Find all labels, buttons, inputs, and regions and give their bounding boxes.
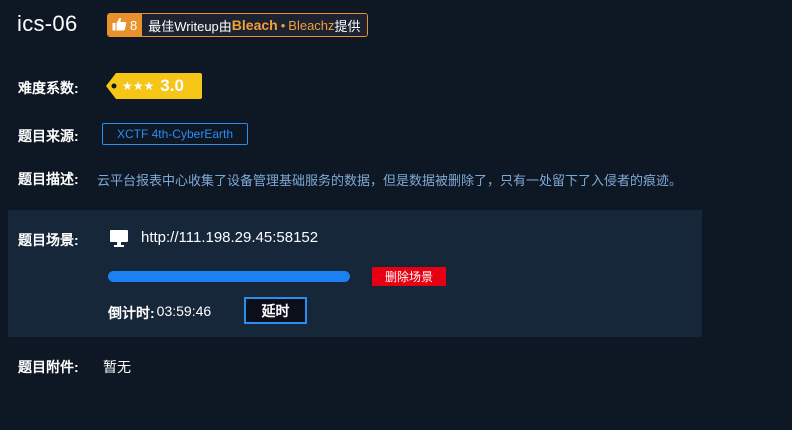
attachment-label: 题目附件: <box>18 359 79 375</box>
description-text: 云平台报表中心收集了设备管理基础服务的数据，但是数据被删除了，只有一处留下了入侵… <box>97 173 683 188</box>
writeup-team[interactable]: Bleachz <box>288 18 334 33</box>
difficulty-tag: ★★★ 3.0 <box>106 73 202 99</box>
monitor-icon <box>109 229 129 252</box>
scene-label: 题目场景: <box>18 232 79 248</box>
writeup-suffix: 提供 <box>334 18 361 34</box>
writeup-like[interactable]: 8 <box>108 14 143 36</box>
source-label: 题目来源: <box>18 128 79 144</box>
delete-scene-button[interactable]: 删除场景 <box>372 267 446 286</box>
writeup-author[interactable]: Bleach <box>232 17 278 33</box>
best-writeup-badge[interactable]: 8 最佳Writeup由 Bleach • Bleachz 提供 <box>107 13 368 37</box>
description-label: 题目描述: <box>18 171 79 187</box>
difficulty-score: 3.0 <box>160 76 184 95</box>
difficulty-stars: ★★★ <box>122 79 155 93</box>
writeup-credit: 最佳Writeup由 Bleach • Bleachz 提供 <box>142 14 367 36</box>
extend-time-button[interactable]: 延时 <box>244 297 307 324</box>
thumbs-up-icon <box>112 17 127 34</box>
countdown: 倒计时: 03:59:46 <box>108 303 211 323</box>
writeup-prefix: 最佳Writeup由 <box>148 18 232 34</box>
scene-progress-bar <box>108 271 350 282</box>
attachment-value: 暂无 <box>103 359 131 375</box>
scene-progress-fill <box>108 271 350 282</box>
writeup-like-count: 8 <box>130 17 138 33</box>
difficulty-label: 难度系数: <box>18 80 79 96</box>
countdown-label: 倒计时: <box>108 305 155 321</box>
challenge-page: ics-06 8 最佳Writeup由 Bleach • Bleachz 提供 … <box>0 0 792 430</box>
challenge-title: ics-06 <box>17 11 78 36</box>
countdown-value: 03:59:46 <box>156 303 212 319</box>
scene-url-link[interactable]: http://111.198.29.45:58152 <box>141 229 318 246</box>
writeup-separator: • <box>280 17 286 33</box>
scene-panel: 题目场景: http://111.198.29.45:58152 删除场景 倒计… <box>8 210 702 337</box>
source-tag[interactable]: XCTF 4th-CyberEarth <box>102 123 248 145</box>
